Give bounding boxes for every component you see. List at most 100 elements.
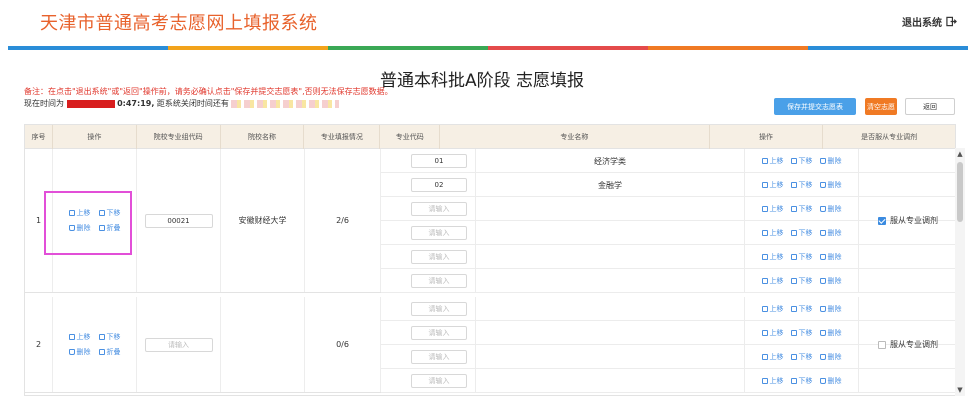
move-down-icon (790, 230, 797, 236)
scrollbar[interactable]: ▲ ▼ (955, 148, 965, 396)
move-down-link[interactable]: 下移 (790, 304, 813, 314)
school-name: 安徽财经大学 (221, 149, 305, 292)
adjust-toggle[interactable]: 服从专业调剂 (878, 339, 938, 350)
adjust-checkbox[interactable] (878, 216, 886, 225)
column-header: 专业名称 (440, 125, 710, 149)
move-down-link[interactable]: 下移 (790, 276, 813, 286)
major-code-input[interactable]: 请输入 (411, 302, 467, 316)
group-code-cell: 00021 (137, 149, 221, 292)
delete-label: 删除 (827, 329, 842, 337)
group-code-cell: 请输入 (137, 297, 221, 392)
major-code-input[interactable]: 请输入 (411, 350, 467, 364)
move-up-link[interactable]: 上移 (761, 156, 784, 166)
move-down-link[interactable]: 下移 (790, 328, 813, 338)
move-down-label: 下移 (798, 229, 813, 237)
move-up-label: 上移 (769, 305, 784, 313)
move-down-link[interactable]: 下移 (790, 180, 813, 190)
move-up-link[interactable]: 上移 (761, 228, 784, 238)
major-code-input[interactable]: 请输入 (411, 250, 467, 264)
column-header: 操作 (53, 125, 137, 149)
major-code-input[interactable]: 02 (411, 178, 467, 192)
move-up-link[interactable]: 上移 (761, 352, 784, 362)
move-down-link[interactable]: 下移 (790, 376, 813, 386)
fold-link[interactable]: 折叠 (98, 347, 121, 357)
move-down-icon (98, 334, 105, 340)
delete-label: 删除 (827, 181, 842, 189)
move-up-link[interactable]: 上移 (761, 180, 784, 190)
major-name: 金融学 (475, 173, 745, 197)
table-header: 序号 操作 院校专业组代码 院校名称 专业填报情况 专业代码 专业名称 操作 是否服从专业调剂 (25, 125, 955, 149)
move-up-link[interactable]: 上移 (68, 332, 91, 342)
redaction-block (66, 99, 115, 108)
major-fill-status: 0/6 (305, 297, 381, 392)
delete-link[interactable]: 删除 (819, 276, 842, 286)
scroll-thumb[interactable] (957, 162, 963, 222)
move-down-icon (790, 354, 797, 360)
major-ops: 上移 下移 删除 (745, 245, 859, 269)
stripe-segment (168, 46, 328, 50)
move-down-label: 下移 (798, 157, 813, 165)
move-up-link[interactable]: 上移 (761, 204, 784, 214)
move-down-link[interactable]: 下移 (790, 352, 813, 362)
major-ops: 上移 下移 删除 (745, 269, 859, 293)
move-down-link[interactable]: 下移 (790, 252, 813, 262)
back-button[interactable]: 返回 (905, 98, 955, 115)
delete-link[interactable]: 删除 (68, 223, 91, 233)
group-code-input[interactable]: 请输入 (144, 337, 213, 352)
delete-link[interactable]: 删除 (819, 352, 842, 362)
adjust-toggle[interactable]: 服从专业调剂 (878, 215, 938, 226)
move-down-label: 下移 (798, 205, 813, 213)
logout-button[interactable]: 退出系统 (902, 14, 957, 29)
delete-link[interactable]: 删除 (819, 204, 842, 214)
close-prefix: 距系统关闭时间还有 (156, 99, 229, 108)
time-line: 现在时间为 0:47:19, 距系统关闭时间还有 (24, 98, 340, 109)
major-code-input[interactable]: 请输入 (411, 326, 467, 340)
move-down-label: 下移 (798, 353, 813, 361)
delete-icon (819, 330, 826, 336)
move-down-link[interactable]: 下移 (790, 228, 813, 238)
move-down-link[interactable]: 下移 (98, 332, 121, 342)
major-name (475, 245, 745, 269)
delete-link[interactable]: 删除 (819, 328, 842, 338)
clear-button[interactable]: 清空志愿 (865, 98, 897, 115)
major-code-input[interactable]: 请输入 (411, 274, 467, 288)
move-down-icon (790, 378, 797, 384)
move-down-label: 下移 (798, 277, 813, 285)
major-code-input[interactable]: 请输入 (411, 374, 467, 388)
move-down-link[interactable]: 下移 (98, 208, 121, 218)
group-op-links: 上移 下移 删除 折叠 (68, 332, 121, 357)
move-up-label: 上移 (769, 253, 784, 261)
move-up-label: 上移 (76, 209, 91, 217)
stripe-segment (648, 46, 808, 50)
move-up-link[interactable]: 上移 (761, 376, 784, 386)
major-code-input[interactable]: 01 (411, 154, 467, 168)
move-up-link[interactable]: 上移 (761, 304, 784, 314)
save-submit-button[interactable]: 保存并提交志愿表 (774, 98, 856, 115)
scroll-down-icon[interactable]: ▼ (956, 386, 964, 394)
move-up-link[interactable]: 上移 (68, 208, 91, 218)
delete-icon (819, 206, 826, 212)
move-up-link[interactable]: 上移 (761, 276, 784, 286)
delete-link[interactable]: 删除 (819, 156, 842, 166)
adjust-checkbox[interactable] (878, 340, 886, 349)
move-down-icon (790, 158, 797, 164)
move-down-link[interactable]: 下移 (790, 156, 813, 166)
notice-text: 备注：在点击"退出系统"或"返回"操作前，请务必确认点击"保存并提交志愿表",否… (24, 87, 393, 96)
move-down-link[interactable]: 下移 (790, 204, 813, 214)
column-header: 是否服从专业调剂 (861, 133, 918, 141)
fold-link[interactable]: 折叠 (98, 223, 121, 233)
time-prefix: 现在时间为 (24, 99, 64, 108)
delete-link[interactable]: 删除 (819, 180, 842, 190)
move-up-link[interactable]: 上移 (761, 328, 784, 338)
app-title: 天津市普通高考志愿网上填报系统 (40, 13, 318, 34)
delete-link[interactable]: 删除 (819, 304, 842, 314)
delete-link[interactable]: 删除 (68, 347, 91, 357)
delete-link[interactable]: 删除 (819, 228, 842, 238)
delete-link[interactable]: 删除 (819, 376, 842, 386)
major-code-input[interactable]: 请输入 (411, 226, 467, 240)
scroll-up-icon[interactable]: ▲ (956, 150, 964, 158)
move-up-link[interactable]: 上移 (761, 252, 784, 262)
major-code-input[interactable]: 请输入 (411, 202, 467, 216)
group-code-input[interactable]: 00021 (144, 213, 213, 228)
delete-link[interactable]: 删除 (819, 252, 842, 262)
